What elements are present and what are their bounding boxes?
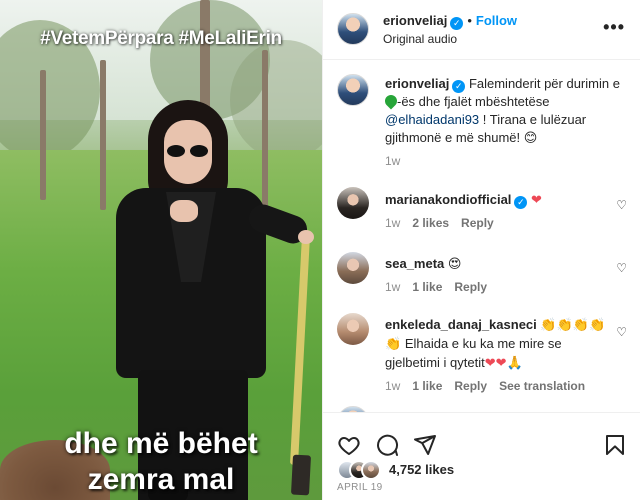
comment-item: sea_meta 😍 1w 1 like Reply (385, 255, 605, 294)
comment-likes[interactable]: 1 like (412, 379, 442, 393)
comment-age[interactable]: 1w (385, 280, 400, 294)
likes-count[interactable]: 4,752 likes (389, 462, 454, 477)
caption-age[interactable]: 1w (385, 154, 400, 168)
heart-emoji: ❤ (531, 193, 542, 208)
comment-username[interactable]: sea_meta (385, 256, 444, 271)
comment-text: sea_meta 😍 (385, 255, 605, 274)
person-glasses (167, 145, 185, 157)
heart-icon[interactable] (337, 433, 361, 457)
person-hand (298, 230, 314, 244)
person-glasses (190, 145, 208, 157)
smile-emoji: 😊 (523, 131, 538, 146)
liker-avatar (361, 460, 381, 480)
verified-badge-icon: ✓ (514, 196, 528, 209)
comment-item: marianakondiofficial ✓ ❤ 1w 2 likes Reply (385, 191, 605, 230)
commenter-avatar[interactable] (337, 313, 369, 345)
post-header: erionveliaj ✓ • Follow Original audio ••• (323, 0, 640, 60)
comment-age[interactable]: 1w (385, 379, 400, 393)
reply-button[interactable]: Reply (461, 216, 494, 230)
clap-emoji: 👏 (385, 337, 402, 352)
share-icon[interactable] (413, 433, 437, 457)
comment-meta: 1w 2 likes Reply (385, 216, 605, 230)
comment-item: enkeleda_danaj_kasneci 👏👏👏👏 👏 Elhaida e … (385, 316, 607, 393)
caption-author-avatar[interactable] (337, 74, 369, 106)
verified-badge-icon: ✓ (452, 80, 466, 93)
caption-meta: 1w (385, 154, 635, 168)
caption-text: erionveliaj ✓ Faleminderit për durimin e … (382, 75, 635, 148)
comment-text: marianakondiofficial ✓ ❤ (385, 191, 605, 210)
verified-badge-icon: ✓ (450, 17, 464, 30)
comment-username[interactable]: enkeleda_danaj_kasneci (385, 317, 537, 332)
see-translation-button[interactable]: See translation (499, 379, 585, 393)
post-panel: erionveliaj ✓ • Follow Original audio ••• e… (322, 0, 640, 500)
mention-link[interactable]: @elhaidadani93 (385, 112, 479, 127)
comment-like-heart-icon[interactable]: ♡ (616, 325, 627, 339)
more-icon[interactable]: ••• (603, 18, 625, 36)
comment-meta: 1w 1 like Reply See translation (385, 379, 607, 393)
post-date[interactable]: APRIL 19 (337, 482, 383, 493)
comment-meta: 1w 1 like Reply (385, 280, 605, 294)
follow-button[interactable]: Follow (476, 13, 517, 28)
hearts-pray-emoji: ❤❤🙏 (484, 356, 523, 371)
separator-dot: • (467, 13, 472, 28)
comment-icon[interactable] (375, 433, 399, 457)
media-subtitle-line: dhe më bëhet (64, 427, 258, 460)
comment-body: Elhaida e ku ka me mire se gjelbetimi i … (385, 336, 562, 370)
media-subtitle-line: zemra mal (87, 463, 235, 496)
commenter-avatar[interactable] (337, 252, 369, 284)
comment-like-heart-icon[interactable]: ♡ (616, 261, 627, 275)
reply-button[interactable]: Reply (454, 280, 487, 294)
bookmark-icon[interactable] (603, 433, 627, 457)
media-tree (40, 70, 46, 200)
caption-text-part: Faleminderit për durimin e (468, 76, 620, 91)
heart-eyes-emoji: 😍 (447, 257, 462, 272)
comment-age[interactable]: 1w (385, 216, 400, 230)
caption-comment: erionveliaj ✓ Faleminderit për durimin e … (382, 75, 635, 168)
author-avatar[interactable] (337, 13, 369, 45)
commenter-avatar[interactable] (337, 187, 369, 219)
comment-likes[interactable]: 1 like (412, 280, 442, 294)
author-line: erionveliaj ✓ • Follow (383, 13, 517, 30)
comments-list[interactable]: erionveliaj ✓ Faleminderit për durimin e … (323, 60, 640, 412)
media-tree (100, 60, 106, 210)
comment-username[interactable]: marianakondiofficial (385, 192, 511, 207)
audio-link[interactable]: Original audio (383, 32, 457, 46)
post-media[interactable]: #VetemPërpara #MeLaliErin dhe më bëhet z… (0, 0, 322, 500)
caption-text-part: -ës dhe fjalët mbështetëse (397, 94, 550, 109)
media-subtitle: dhe më bëhet zemra mal (0, 426, 322, 498)
clap-emoji: 👏👏👏👏 (540, 318, 606, 333)
comment-like-heart-icon[interactable]: ♡ (616, 198, 627, 212)
comment-likes[interactable]: 2 likes (412, 216, 449, 230)
media-hashtag-caption: #VetemPërpara #MeLaliErin (40, 28, 282, 49)
author-username[interactable]: erionveliaj (383, 13, 447, 28)
comment-text: enkeleda_danaj_kasneci 👏👏👏👏 👏 Elhaida e … (385, 316, 607, 373)
person-hand (170, 200, 198, 222)
reply-button[interactable]: Reply (454, 379, 487, 393)
caption-username[interactable]: erionveliaj (385, 76, 449, 91)
